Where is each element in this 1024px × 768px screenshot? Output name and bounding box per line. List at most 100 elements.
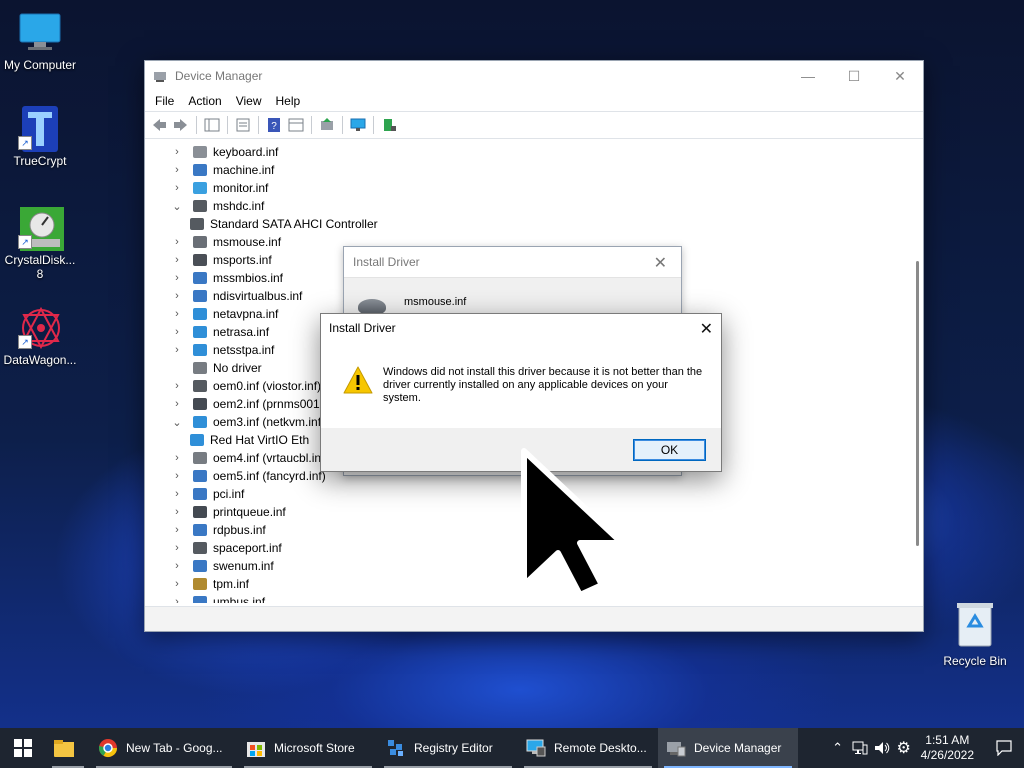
tree-node-label: msports.inf (213, 253, 272, 267)
device-class-icon (193, 524, 207, 536)
shortcut-arrow-icon: ↗ (18, 335, 32, 349)
chevron-right-icon[interactable]: › (169, 470, 185, 482)
taskbar-item-label: Microsoft Store (274, 741, 355, 755)
chevron-right-icon[interactable]: › (169, 524, 185, 536)
chevron-down-icon[interactable]: ⌄ (169, 200, 185, 213)
tree-node[interactable]: › keyboard.inf (147, 143, 907, 161)
chevron-right-icon[interactable]: › (169, 506, 185, 518)
chevron-right-icon[interactable]: › (169, 308, 185, 320)
properties-icon[interactable] (233, 116, 253, 134)
datawagon-icon: ↗ (18, 305, 62, 350)
update-driver-icon[interactable] (317, 116, 337, 134)
tree-node[interactable]: › machine.inf (147, 161, 907, 179)
menu-action[interactable]: Action (181, 94, 228, 108)
maximize-button[interactable]: ☐ (831, 61, 877, 91)
chevron-right-icon[interactable]: › (169, 542, 185, 554)
menu-help[interactable]: Help (269, 94, 308, 108)
menu-file[interactable]: File (148, 94, 181, 108)
desktop-icon-datawagon[interactable]: ↗ DataWagon... (0, 305, 80, 367)
taskbar-chrome[interactable]: New Tab - Goog... (90, 728, 238, 768)
vertical-scrollbar[interactable] (916, 261, 919, 546)
notification-icon[interactable] (984, 728, 1024, 768)
chevron-right-icon[interactable]: › (169, 182, 185, 194)
desktop-icon-label: My Computer (3, 58, 77, 72)
desktop-icon-crystaldisk[interactable]: ↗ CrystalDisk... 8 (0, 205, 80, 281)
tree-node-label: msmouse.inf (213, 235, 282, 249)
chevron-right-icon[interactable]: › (169, 560, 185, 572)
device-class-icon (193, 290, 207, 302)
tree-node[interactable]: Standard SATA AHCI Controller (147, 215, 907, 233)
driver-filename: msmouse.inf (404, 296, 467, 308)
volume-icon[interactable] (871, 728, 893, 768)
tree-node-label: No driver (213, 361, 262, 375)
chevron-up-icon[interactable]: ⌃ (827, 728, 849, 768)
chevron-right-icon[interactable]: › (169, 398, 185, 410)
chevron-right-icon[interactable]: › (169, 290, 185, 302)
tree-node-label: mshdc.inf (213, 199, 265, 213)
tree-node[interactable]: › monitor.inf (147, 179, 907, 197)
clock[interactable]: 1:51 AM 4/26/2022 (915, 733, 984, 763)
close-icon[interactable]: ✕ (654, 253, 667, 273)
desktop-icon-recycle-bin[interactable]: Recycle Bin (936, 600, 1014, 668)
tree-node-label: netavpna.inf (213, 307, 279, 321)
device-manager-icon (666, 738, 686, 758)
device-class-icon (193, 560, 207, 572)
tree-node-label: swenum.inf (213, 559, 274, 573)
start-button[interactable] (0, 728, 46, 768)
menu-view[interactable]: View (229, 94, 269, 108)
chevron-right-icon[interactable]: › (169, 344, 185, 356)
chevron-right-icon[interactable]: › (169, 452, 185, 464)
system-tray: ⌃ ⚙ 1:51 AM 4/26/2022 (827, 728, 1024, 768)
chevron-right-icon[interactable]: › (169, 578, 185, 590)
chevron-right-icon[interactable]: › (169, 326, 185, 338)
store-icon (246, 738, 266, 758)
close-button[interactable]: ✕ (877, 61, 923, 91)
taskbar-file-explorer[interactable] (46, 728, 90, 768)
taskbar-microsoft-store[interactable]: Microsoft Store (238, 728, 378, 768)
taskbar-registry-editor[interactable]: Registry Editor (378, 728, 518, 768)
svg-text:?: ? (271, 121, 277, 132)
desktop-icon-label: DataWagon... (3, 353, 77, 367)
tree-node[interactable]: ⌄ mshdc.inf (147, 197, 907, 215)
forward-icon[interactable] (171, 116, 191, 134)
tree-node-label: oem5.inf (fancyrd.inf) (213, 469, 326, 483)
ok-button[interactable]: OK (633, 439, 706, 461)
device-class-icon (193, 578, 207, 590)
tree-node-label: rdpbus.inf (213, 523, 266, 537)
chevron-right-icon[interactable]: › (169, 164, 185, 176)
close-icon[interactable]: ✕ (700, 319, 713, 339)
add-driver-icon[interactable] (379, 116, 399, 134)
device-class-icon (193, 398, 207, 410)
chevron-right-icon[interactable]: › (169, 254, 185, 266)
minimize-button[interactable]: — (785, 61, 831, 91)
chevron-right-icon[interactable]: › (169, 146, 185, 158)
chevron-right-icon[interactable]: › (169, 380, 185, 392)
desktop-icon-truecrypt[interactable]: ↗ TrueCrypt (0, 106, 80, 168)
chrome-icon (98, 738, 118, 758)
shortcut-arrow-icon: ↗ (18, 235, 32, 249)
action-pane-icon[interactable] (286, 116, 306, 134)
tree-node-label: keyboard.inf (213, 145, 279, 159)
scan-hardware-icon[interactable] (348, 116, 368, 134)
device-class-icon (193, 380, 207, 392)
tree-node-label: printqueue.inf (213, 505, 286, 519)
help-icon[interactable]: ? (264, 116, 284, 134)
chevron-right-icon[interactable]: › (169, 272, 185, 284)
back-icon[interactable] (149, 116, 169, 134)
network-icon[interactable] (849, 728, 871, 768)
desktop-icon-label: CrystalDisk... 8 (4, 253, 76, 281)
chevron-right-icon[interactable]: › (169, 596, 185, 603)
device-class-icon (193, 254, 207, 266)
taskbar-device-manager[interactable]: Device Manager (658, 728, 798, 768)
chevron-right-icon[interactable]: › (169, 488, 185, 500)
chevron-down-icon[interactable]: ⌄ (169, 416, 185, 429)
taskbar-remote-desktop[interactable]: Remote Deskto... (518, 728, 658, 768)
device-class-icon (193, 326, 207, 338)
settings-gear-icon[interactable]: ⚙ (893, 728, 915, 768)
chevron-right-icon[interactable]: › (169, 236, 185, 248)
desktop-icon-my-computer[interactable]: My Computer (0, 10, 80, 72)
device-class-icon (193, 272, 207, 284)
device-class-icon (190, 434, 204, 446)
tree-node-label: oem0.inf (viostor.inf) (213, 379, 322, 393)
show-hide-console-tree-icon[interactable] (202, 116, 222, 134)
